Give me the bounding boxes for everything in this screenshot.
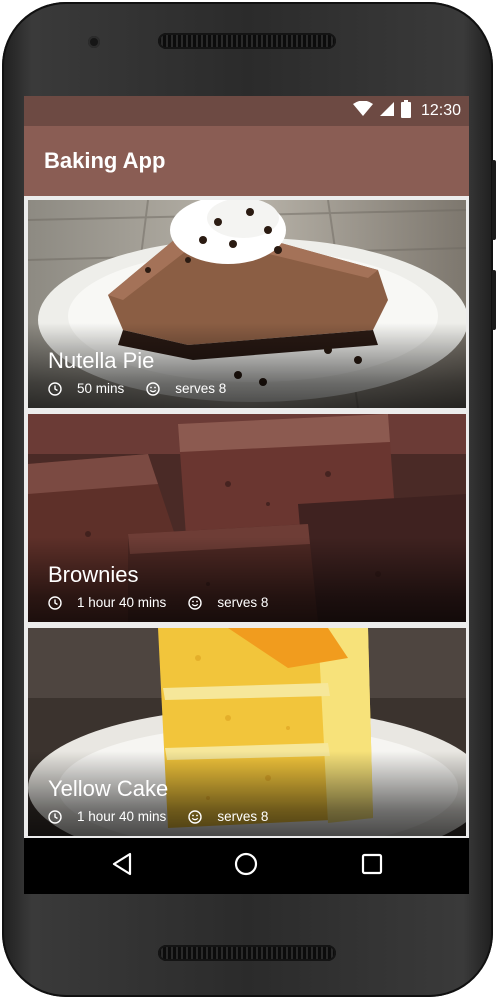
power-button xyxy=(492,160,496,240)
top-speaker-grille xyxy=(158,33,336,49)
recipe-servings: serves 8 xyxy=(217,809,269,824)
recipe-servings: serves 8 xyxy=(217,595,269,610)
recipe-name: Nutella Pie xyxy=(48,348,155,373)
recents-icon xyxy=(361,853,383,880)
cellular-signal-icon xyxy=(379,101,395,122)
front-camera xyxy=(88,36,100,48)
recipe-servings: serves 8 xyxy=(175,381,227,396)
recipe-meta: 1 hour 40 mins serves 8 xyxy=(48,595,268,610)
battery-icon xyxy=(400,99,411,123)
app-title: Baking App xyxy=(44,148,166,173)
smiley-icon xyxy=(188,809,203,824)
status-icons: 12:30 xyxy=(352,96,461,126)
recipe-meta: 1 hour 40 mins serves 8 xyxy=(48,809,268,824)
volume-button xyxy=(492,270,496,330)
bottom-speaker-grille xyxy=(158,945,336,961)
recipe-time: 1 hour 40 mins xyxy=(77,595,167,610)
recipe-time: 1 hour 40 mins xyxy=(77,809,167,824)
recipe-name: Yellow Cake xyxy=(48,776,169,801)
recents-button[interactable] xyxy=(358,852,386,880)
wifi-icon xyxy=(352,100,373,122)
recipe-card[interactable]: Yellow Cake 1 hour 40 mins serves 8 xyxy=(28,628,466,836)
recipe-list[interactable]: Nutella Pie 50 mins serves 8 Brownies 1 … xyxy=(24,196,469,838)
home-button[interactable] xyxy=(232,852,260,880)
recipe-name: Brownies xyxy=(48,562,139,587)
smiley-icon xyxy=(188,595,203,610)
clock-icon xyxy=(48,381,62,396)
status-bar: 12:30 xyxy=(24,96,469,126)
recipe-card[interactable]: Brownies 1 hour 40 mins serves 8 xyxy=(28,414,466,622)
back-icon xyxy=(111,852,133,881)
recipe-card[interactable]: Nutella Pie 50 mins serves 8 xyxy=(28,200,466,408)
app-bar: Baking App xyxy=(24,126,469,196)
phone-frame: 12:30 Baking App Nutella Pie 50 mins ser… xyxy=(0,0,497,1000)
navigation-bar xyxy=(24,838,469,894)
clock-icon xyxy=(48,595,62,610)
recipe-time: 50 mins xyxy=(77,381,125,396)
status-time: 12:30 xyxy=(420,102,461,119)
smiley-icon xyxy=(146,381,160,396)
clock-icon xyxy=(48,809,62,824)
home-icon xyxy=(234,852,258,881)
screen: 12:30 Baking App Nutella Pie 50 mins ser… xyxy=(24,96,469,894)
recipe-meta: 50 mins serves 8 xyxy=(48,381,226,396)
back-button[interactable] xyxy=(108,852,136,880)
